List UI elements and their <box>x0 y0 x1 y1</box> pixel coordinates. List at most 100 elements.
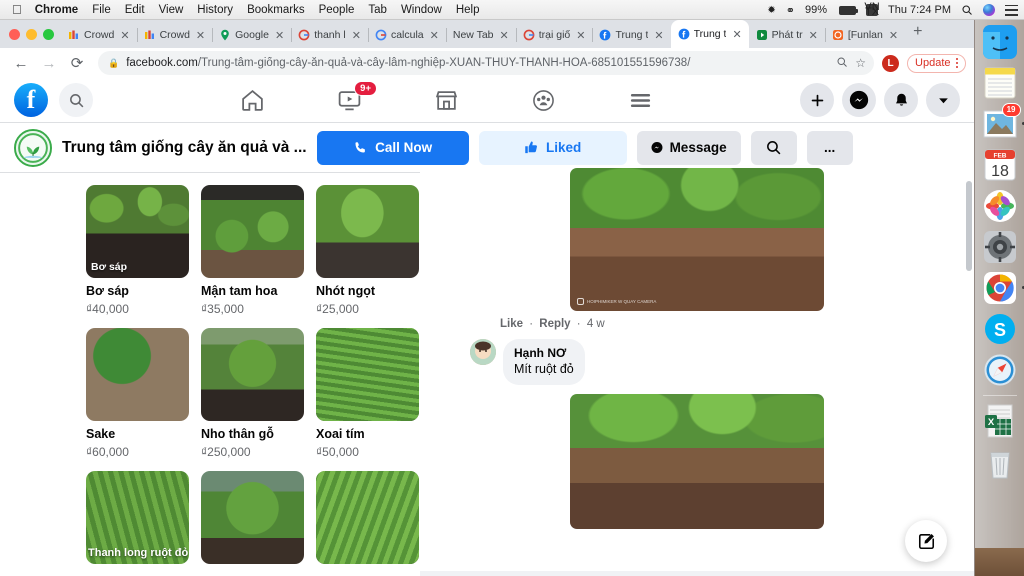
mail-icon[interactable]: 19 <box>982 103 1024 142</box>
groups-icon[interactable] <box>531 88 556 113</box>
input-source-icon[interactable]: VN TX <box>864 2 879 18</box>
close-tab-button[interactable]: ✕ <box>807 29 820 42</box>
close-tab-button[interactable]: ✕ <box>194 29 207 42</box>
browser-tab-active[interactable]: Trung t ✕ <box>670 20 749 48</box>
chrome-menu-icon[interactable] <box>955 57 958 69</box>
product-card[interactable]: Xoai tím ₫50,000 <box>316 328 419 459</box>
forward-button[interactable]: → <box>36 50 62 76</box>
back-button[interactable]: ← <box>8 50 34 76</box>
menu-item-file[interactable]: File <box>92 4 111 16</box>
close-tab-button[interactable]: ✕ <box>730 28 743 41</box>
product-card[interactable]: Bơ sáp Bơ sáp ₫40,000 <box>86 185 189 316</box>
page-avatar[interactable] <box>14 128 52 167</box>
product-thumbnail[interactable]: Bơ sáp <box>86 185 189 278</box>
product-card[interactable] <box>201 471 304 564</box>
message-button[interactable]: Message <box>636 130 741 165</box>
menu-item-chrome[interactable]: Chrome <box>35 4 78 16</box>
comment-like-button[interactable]: Like <box>500 318 523 330</box>
bluetooth-icon[interactable]: ✹ <box>767 5 775 16</box>
product-thumbnail[interactable] <box>201 328 304 421</box>
close-tab-button[interactable]: ✕ <box>498 29 511 42</box>
product-thumbnail[interactable] <box>201 185 304 278</box>
call-now-button[interactable]: Call Now <box>316 130 469 165</box>
product-card[interactable] <box>316 471 419 564</box>
browser-tab[interactable]: [Funlan ✕ <box>824 22 905 48</box>
liked-button[interactable]: Liked <box>478 130 627 165</box>
page-search-button[interactable] <box>750 130 797 165</box>
close-tab-button[interactable]: ✕ <box>350 29 363 42</box>
close-tab-button[interactable]: ✕ <box>118 29 131 42</box>
comment-timestamp[interactable]: 4 w <box>587 318 605 330</box>
menu-icon[interactable] <box>628 88 653 113</box>
marketplace-icon[interactable] <box>434 88 459 113</box>
close-tab-button[interactable]: ✕ <box>574 29 587 42</box>
calendar-icon[interactable]: FEB 18 <box>982 147 1018 183</box>
close-tab-button[interactable]: ✕ <box>428 29 441 42</box>
control-center-icon[interactable] <box>1005 4 1018 16</box>
finder-icon[interactable] <box>982 24 1018 60</box>
compose-icon[interactable] <box>905 520 947 562</box>
product-thumbnail[interactable]: Thanh long ruột đỏ <box>86 471 189 564</box>
close-tab-button[interactable]: ✕ <box>887 29 900 42</box>
watch-icon[interactable]: 9+ <box>337 80 377 113</box>
photos-icon[interactable] <box>982 188 1018 224</box>
trash-icon[interactable] <box>982 444 1018 480</box>
address-bar[interactable]: 🔒 facebook.com/Trung-tâm-giống-cây-ăn-qu… <box>98 51 875 75</box>
product-thumbnail[interactable] <box>316 185 419 278</box>
menu-item-bookmarks[interactable]: Bookmarks <box>247 4 305 16</box>
product-thumbnail[interactable] <box>86 328 189 421</box>
browser-tab[interactable]: Crowd ✕ <box>61 22 137 48</box>
comment-reply-button[interactable]: Reply <box>539 318 570 330</box>
product-thumbnail[interactable] <box>316 471 419 564</box>
product-card[interactable]: Sake ₫60,000 <box>86 328 189 459</box>
browser-tab[interactable]: trại giố ✕ <box>515 22 593 48</box>
post-image[interactable]: HOIPHIMIKER W QUAY CAMERA <box>570 168 824 311</box>
maximize-window-button[interactable] <box>43 29 54 40</box>
skype-icon[interactable]: S <box>982 311 1018 347</box>
create-icon[interactable] <box>800 83 834 117</box>
system-preferences-icon[interactable] <box>982 229 1018 265</box>
browser-tab[interactable]: New Tab ✕ <box>445 22 516 48</box>
menu-item-edit[interactable]: Edit <box>125 4 145 16</box>
product-thumbnail[interactable] <box>201 471 304 564</box>
browser-tab[interactable]: Phát tr ✕ <box>749 22 825 48</box>
product-card[interactable]: Mận tam hoa ₫35,000 <box>201 185 304 316</box>
apple-icon[interactable]:  <box>12 3 22 16</box>
comment-avatar[interactable] <box>470 339 496 365</box>
close-tab-button[interactable]: ✕ <box>273 29 286 42</box>
browser-tab[interactable]: calcula ✕ <box>367 22 446 48</box>
bookmark-star-icon[interactable]: ☆ <box>855 56 866 70</box>
facebook-logo-icon[interactable]: f <box>14 83 48 117</box>
notifications-icon[interactable] <box>884 83 918 117</box>
home-icon[interactable] <box>240 88 265 113</box>
product-card[interactable]: Nhót ngọt ₫25,000 <box>316 185 419 316</box>
clock[interactable]: Thu 7:24 PM <box>888 4 951 16</box>
browser-tab[interactable]: Trung t ✕ <box>592 22 670 48</box>
product-card[interactable]: Nho thân gỗ ₫250,000 <box>201 328 304 459</box>
siri-icon[interactable] <box>983 4 995 16</box>
update-button[interactable]: Update <box>907 53 966 73</box>
reload-button[interactable]: ⟳ <box>64 50 90 76</box>
chrome-icon[interactable] <box>982 270 1024 306</box>
zoom-icon[interactable] <box>836 56 848 71</box>
close-tab-button[interactable]: ✕ <box>652 29 665 42</box>
account-chevron-icon[interactable] <box>926 83 960 117</box>
battery-icon[interactable] <box>837 5 859 15</box>
browser-tab[interactable]: thanh l ✕ <box>291 22 368 48</box>
notes-icon[interactable] <box>982 65 1018 101</box>
safari-icon[interactable] <box>982 352 1018 388</box>
messenger-icon[interactable] <box>842 83 876 117</box>
dropbox-icon[interactable]: ⚭ <box>786 4 795 17</box>
menu-item-history[interactable]: History <box>197 4 233 16</box>
spotlight-icon[interactable] <box>961 4 973 16</box>
excel-icon[interactable]: X <box>982 403 1018 439</box>
page-more-button[interactable]: ... <box>806 130 853 165</box>
page-scrollbar[interactable] <box>966 181 972 271</box>
menu-item-people[interactable]: People <box>319 4 355 16</box>
browser-tab[interactable]: Google ✕ <box>212 22 291 48</box>
product-card[interactable]: Thanh long ruột đỏ <box>86 471 189 564</box>
close-window-button[interactable] <box>9 29 20 40</box>
menu-item-window[interactable]: Window <box>401 4 442 16</box>
profile-avatar[interactable]: L <box>882 54 900 72</box>
minimize-window-button[interactable] <box>26 29 37 40</box>
